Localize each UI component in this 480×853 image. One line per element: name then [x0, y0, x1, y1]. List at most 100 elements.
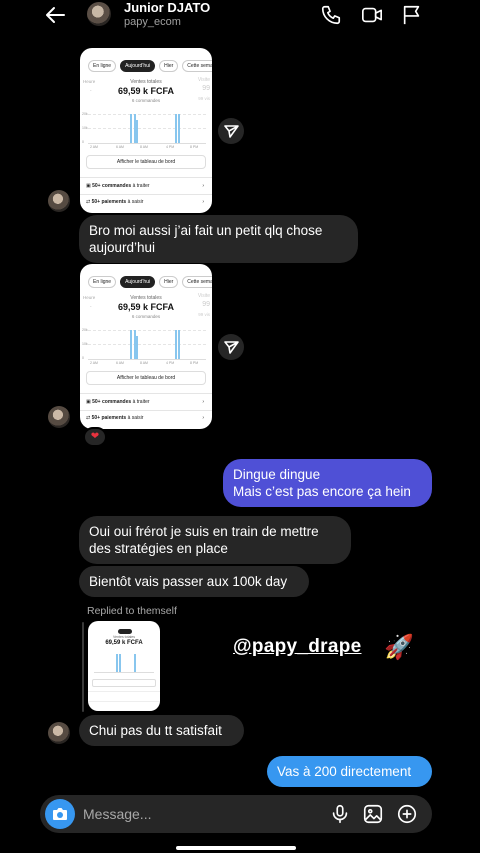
thumb-chart — [94, 651, 154, 673]
tab-hier: Hier — [159, 60, 179, 72]
shared-screenshot-2[interactable]: En ligne Aujourd’hui Hier Cette semaine … — [80, 264, 212, 429]
microphone-icon[interactable] — [329, 803, 351, 825]
contact-avatar[interactable] — [87, 2, 111, 26]
x-tick: 6 AM — [116, 361, 124, 365]
message-bubble-incoming[interactable]: Oui oui frérot je suis en train de mettr… — [79, 516, 351, 564]
send-icon — [224, 125, 239, 138]
chart-bar — [130, 330, 132, 359]
x-tick: 4 PM — [166, 145, 175, 149]
replied-label: Replied to themself — [87, 605, 177, 617]
x-axis-labels: 2 AM 6 AM 8 AM 4 PM 8 PM — [88, 361, 206, 367]
phone-call-icon[interactable] — [320, 4, 342, 26]
message-input[interactable]: Message... — [83, 806, 151, 822]
x-tick: 8 PM — [190, 145, 199, 149]
y-tick: 20k — [82, 112, 88, 116]
screenshot-tabs: En ligne Aujourd’hui Hier Cette semaine — [88, 60, 212, 72]
sender-avatar[interactable] — [48, 406, 70, 428]
contact-name[interactable]: Junior DJATO — [124, 0, 210, 15]
chat-screen: Junior DJATO papy_ecom En ligne Aujourd’… — [32, 0, 448, 853]
chart-bar — [130, 114, 132, 143]
chart-bar — [178, 114, 180, 143]
tab-en-ligne: En ligne — [88, 60, 117, 72]
message-bubble-outgoing[interactable]: Vas à 200 directement — [267, 756, 432, 787]
reaction-heart[interactable]: ❤ — [83, 427, 107, 447]
total-sales-value: 69,59 k FCFA — [117, 302, 175, 312]
camera-button[interactable] — [45, 799, 75, 829]
chart-bar — [136, 120, 138, 143]
chat-header: Junior DJATO papy_ecom — [32, 0, 448, 32]
message-text: Chui pas du tt satisfait — [89, 723, 222, 738]
message-text: des stratégies en place — [89, 541, 228, 556]
x-axis-labels: 2 AM 6 AM 8 AM 4 PM 8 PM — [88, 145, 206, 151]
flag-icon[interactable] — [401, 4, 423, 26]
chart-bar — [175, 114, 177, 143]
tab-cette-semaine: Cette semaine — [182, 276, 212, 288]
orders-count: 6 commandes — [131, 98, 161, 103]
thumb-label: Ventes totales — [113, 635, 135, 639]
tab-en-ligne: En ligne — [88, 276, 117, 288]
chart-bar — [136, 336, 138, 359]
reply-indicator — [82, 622, 84, 712]
x-tick: 2 AM — [90, 361, 98, 365]
contact-username[interactable]: papy_ecom — [124, 16, 181, 28]
tab-aujourdhui: Aujourd’hui — [120, 276, 156, 288]
message-text: Vas à 200 directement — [277, 764, 412, 779]
screenshot-tabs: En ligne Aujourd’hui Hier Cette semaine — [88, 276, 212, 288]
chart-bar — [175, 330, 177, 359]
mention-link[interactable]: @papy_drape — [233, 636, 361, 658]
back-arrow-icon[interactable] — [44, 3, 68, 27]
y-tick: 10k — [82, 342, 88, 346]
video-call-icon[interactable] — [361, 4, 383, 26]
gallery-icon[interactable] — [362, 803, 384, 825]
x-tick: 6 AM — [116, 145, 124, 149]
y-tick: 0 — [82, 356, 84, 360]
dashboard-button: Afficher le tableau de bord — [86, 371, 206, 385]
sales-chart: 20k 10k 0 — [82, 112, 206, 144]
home-indicator — [176, 846, 296, 850]
x-tick: 2 AM — [90, 145, 98, 149]
share-button[interactable] — [218, 118, 244, 144]
y-tick: 20k — [82, 328, 88, 332]
total-sales-value: 69,59 k FCFA — [117, 86, 175, 96]
message-text: Bro moi aussi j’ai fait un petit qlq cho… — [89, 223, 323, 255]
sender-avatar[interactable] — [48, 190, 70, 212]
y-tick: 10k — [82, 126, 88, 130]
x-tick: 4 PM — [166, 361, 175, 365]
rocket-emoji: 🚀 — [384, 634, 414, 661]
thumb-value: 69,59 k FCFA — [105, 640, 143, 646]
y-tick: 0 — [82, 140, 84, 144]
message-bubble-incoming[interactable]: Chui pas du tt satisfait — [79, 715, 244, 746]
chart-bar — [178, 330, 180, 359]
share-button[interactable] — [218, 334, 244, 360]
add-icon[interactable] — [396, 803, 418, 825]
tab-hier: Hier — [159, 276, 179, 288]
message-composer: Message... — [40, 795, 432, 833]
x-tick: 8 AM — [140, 361, 148, 365]
send-icon — [224, 341, 239, 354]
replied-screenshot-thumbnail[interactable]: Ventes totales 69,59 k FCFA — [88, 621, 160, 711]
message-bubble-outgoing[interactable]: Dingue dingue Mais c’est pas encore ça h… — [223, 459, 432, 507]
total-sales-label: Ventes totales — [130, 295, 162, 301]
x-tick: 8 AM — [140, 145, 148, 149]
thumb-button — [92, 679, 156, 687]
tab-cette-semaine: Cette semaine — [182, 60, 212, 72]
message-bubble-incoming[interactable]: Bro moi aussi j’ai fait un petit qlq cho… — [79, 215, 358, 263]
payments-row: ⇄ 50+ paiements à saisir › — [86, 199, 204, 205]
orders-row: ▣ 50+ commandes à traiter › — [86, 399, 204, 405]
thumb-tab — [118, 629, 132, 634]
message-text: Oui oui frérot je suis en train de mettr… — [89, 524, 319, 539]
orders-row: ▣ 50+ commandes à traiter › — [86, 183, 204, 189]
message-text: Bientôt vais passer aux 100k day — [89, 574, 288, 589]
message-text: Dingue dingue — [233, 467, 321, 482]
total-sales-label: Ventes totales — [130, 79, 162, 85]
message-text: Mais c’est pas encore ça hein — [233, 484, 411, 499]
message-bubble-incoming[interactable]: Bientôt vais passer aux 100k day — [79, 566, 309, 597]
payments-row: ⇄ 50+ paiements à saisir › — [86, 415, 204, 421]
dashboard-button: Afficher le tableau de bord — [86, 155, 206, 169]
sender-avatar[interactable] — [48, 722, 70, 744]
sales-chart: 20k 10k 0 — [82, 328, 206, 360]
tab-aujourdhui: Aujourd’hui — [120, 60, 156, 72]
orders-count: 6 commandes — [131, 314, 161, 319]
shared-screenshot-1[interactable]: En ligne Aujourd’hui Hier Cette semaine … — [80, 48, 212, 213]
camera-icon — [53, 808, 67, 820]
